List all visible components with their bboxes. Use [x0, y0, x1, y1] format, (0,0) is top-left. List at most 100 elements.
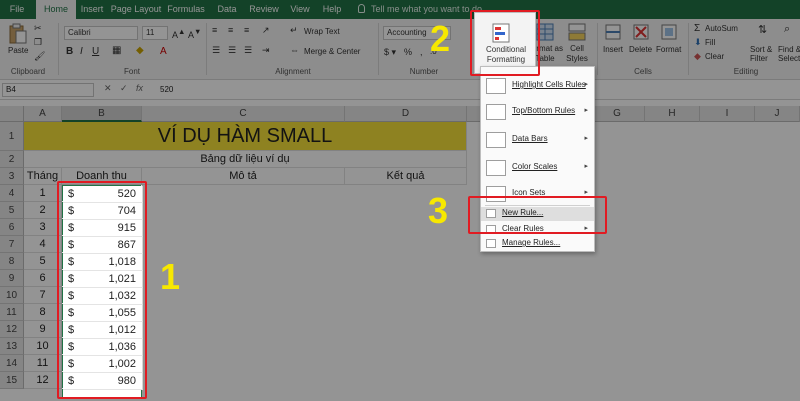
- column-header-c[interactable]: C: [142, 106, 345, 122]
- row-header-7[interactable]: 7: [0, 236, 24, 253]
- merge-center-button[interactable]: Merge & Center: [304, 47, 360, 56]
- column-header-j[interactable]: J: [755, 106, 800, 122]
- shrink-font-icon[interactable]: A▼: [188, 27, 201, 40]
- orientation-icon[interactable]: ↗: [262, 25, 270, 36]
- tab-file[interactable]: File: [2, 0, 32, 19]
- column-header-d[interactable]: D: [345, 106, 467, 122]
- cf-menu-item-3[interactable]: Data Bars ▸: [481, 129, 594, 151]
- title-cell[interactable]: VÍ DỤ HÀM SMALL: [24, 122, 467, 151]
- tab-help[interactable]: Help: [318, 0, 346, 19]
- column-header-g[interactable]: G: [590, 106, 645, 122]
- copy-icon[interactable]: ❐: [34, 37, 42, 48]
- month-cell[interactable]: 8: [24, 304, 62, 321]
- sort-filter-button[interactable]: Sort & Filter: [750, 45, 772, 63]
- format-painter-icon[interactable]: 🖌: [34, 51, 45, 62]
- underline-icon[interactable]: U: [92, 46, 99, 57]
- month-cell[interactable]: 9: [24, 321, 62, 338]
- name-box[interactable]: B4: [2, 83, 94, 97]
- month-cell[interactable]: 3: [24, 219, 62, 236]
- cf-menu-item-7[interactable]: Clear Rules ▸: [481, 223, 594, 237]
- enter-icon[interactable]: ✓: [120, 83, 128, 94]
- row-header-4[interactable]: 4: [0, 185, 24, 202]
- comma-icon[interactable]: ,: [420, 47, 423, 57]
- row-header-12[interactable]: 12: [0, 321, 24, 338]
- revenue-cell[interactable]: $1,055: [63, 305, 143, 322]
- tab-review[interactable]: Review: [246, 0, 282, 19]
- column-header-b[interactable]: B: [62, 106, 142, 122]
- insert-button[interactable]: Insert: [603, 45, 623, 54]
- paste-icon[interactable]: [8, 23, 28, 45]
- indent-icon[interactable]: ⇥: [262, 45, 270, 56]
- format-button[interactable]: Format: [656, 45, 681, 54]
- header-month[interactable]: Tháng: [24, 168, 62, 185]
- column-header-i[interactable]: I: [700, 106, 755, 122]
- month-cell[interactable]: 5: [24, 253, 62, 270]
- bold-icon[interactable]: B: [66, 46, 73, 57]
- borders-icon[interactable]: ▦: [112, 45, 121, 56]
- month-cell[interactable]: 7: [24, 287, 62, 304]
- fill-button[interactable]: Fill: [705, 38, 715, 47]
- row-header-5[interactable]: 5: [0, 202, 24, 219]
- autosum-button[interactable]: AutoSum: [705, 24, 738, 33]
- revenue-cell[interactable]: $1,018: [63, 254, 143, 271]
- font-name-box[interactable]: Calibri: [64, 26, 138, 40]
- align-center-icon[interactable]: ☰: [228, 45, 236, 56]
- tab-view[interactable]: View: [286, 0, 314, 19]
- row-header-8[interactable]: 8: [0, 253, 24, 270]
- cancel-icon[interactable]: ✕: [104, 83, 112, 94]
- conditional-formatting-button[interactable]: Conditional Formatting: [479, 45, 533, 65]
- header-description[interactable]: Mô tả: [142, 168, 345, 185]
- row-header-2[interactable]: 2: [0, 151, 24, 168]
- percent-icon[interactable]: %: [404, 47, 412, 57]
- delete-button[interactable]: Delete: [629, 45, 652, 54]
- tell-me-search[interactable]: Tell me what you want to do: [358, 0, 482, 19]
- grow-font-icon[interactable]: A▲: [172, 27, 185, 40]
- row-header-15[interactable]: 15: [0, 372, 24, 389]
- row-header-3[interactable]: 3: [0, 168, 24, 185]
- month-cell[interactable]: 12: [24, 372, 62, 389]
- cf-menu-item-4[interactable]: Color Scales ▸: [481, 157, 594, 179]
- tab-page-layout[interactable]: Page Layout: [110, 0, 162, 19]
- cut-icon[interactable]: ✂: [34, 23, 42, 34]
- cf-menu-item-1[interactable]: Highlight Cells Rules ▸: [481, 75, 594, 97]
- paste-button[interactable]: Paste: [8, 46, 28, 55]
- subtitle-cell[interactable]: Bảng dữ liệu ví dụ: [24, 151, 467, 168]
- header-revenue[interactable]: Doanh thu: [62, 168, 142, 185]
- row-header-11[interactable]: 11: [0, 304, 24, 321]
- revenue-cell[interactable]: $1,002: [63, 356, 143, 373]
- select-all-corner[interactable]: [0, 106, 24, 122]
- tab-data[interactable]: Data: [212, 0, 242, 19]
- row-header-9[interactable]: 9: [0, 270, 24, 287]
- wrap-text-button[interactable]: Wrap Text: [304, 27, 340, 36]
- tab-formulas[interactable]: Formulas: [166, 0, 206, 19]
- row-header-10[interactable]: 10: [0, 287, 24, 304]
- align-bottom-icon[interactable]: ≡: [244, 25, 249, 35]
- revenue-cell[interactable]: $915: [63, 220, 143, 237]
- font-color-icon[interactable]: A: [160, 46, 167, 57]
- cf-menu-item-2[interactable]: Top/Bottom Rules ▸: [481, 101, 594, 123]
- revenue-cell[interactable]: $1,032: [63, 288, 143, 305]
- currency-icon[interactable]: $ ▾: [384, 47, 396, 58]
- revenue-cell[interactable]: $867: [63, 237, 143, 254]
- month-cell[interactable]: 11: [24, 355, 62, 372]
- revenue-cell[interactable]: $1,021: [63, 271, 143, 288]
- month-cell[interactable]: 4: [24, 236, 62, 253]
- month-cell[interactable]: 10: [24, 338, 62, 355]
- row-header-13[interactable]: 13: [0, 338, 24, 355]
- find-select-button[interactable]: Find & Select: [778, 45, 800, 63]
- column-header-a[interactable]: A: [24, 106, 62, 122]
- row-header-1[interactable]: 1: [0, 122, 24, 151]
- cf-menu-item-5[interactable]: Icon Sets ▸: [481, 185, 594, 203]
- cf-menu-item-8[interactable]: Manage Rules...: [481, 237, 594, 251]
- align-right-icon[interactable]: ☰: [244, 45, 252, 56]
- align-middle-icon[interactable]: ≡: [228, 25, 233, 35]
- row-header-14[interactable]: 14: [0, 355, 24, 372]
- row-header-6[interactable]: 6: [0, 219, 24, 236]
- revenue-cell[interactable]: $704: [63, 203, 143, 220]
- font-size-box[interactable]: 11: [142, 26, 168, 40]
- month-cell[interactable]: 1: [24, 185, 62, 202]
- revenue-cell[interactable]: $980: [63, 373, 143, 390]
- clear-button[interactable]: Clear: [705, 52, 724, 61]
- month-cell[interactable]: 2: [24, 202, 62, 219]
- fx-icon[interactable]: fx: [136, 83, 143, 93]
